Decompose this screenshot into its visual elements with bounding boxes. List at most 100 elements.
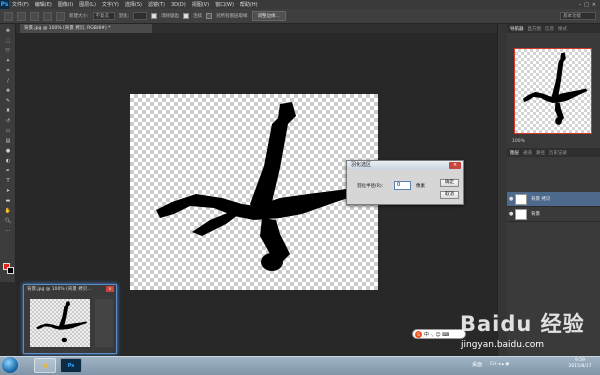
sample-size-label: 新建大小: [69, 14, 89, 19]
refine-edge-button[interactable]: 调整边缘... [251, 11, 286, 21]
lasso-tool-icon[interactable]: ➰ [3, 47, 13, 54]
baidu-watermark-url: jingyan.baidu.com [461, 340, 545, 350]
preview-canvas [30, 299, 90, 347]
zoom-tool-icon[interactable]: 🔍︎ [3, 217, 13, 224]
crop-tool-icon[interactable]: ⌗ [3, 67, 13, 74]
feather-radius-label: 羽化半径(R): [357, 184, 384, 189]
navigator-panel-tabs: 导航器 直方图 信息 样式 [507, 24, 600, 33]
desktop-label[interactable]: 桌面 [472, 361, 482, 368]
tab-history[interactable]: 历史记录 [549, 150, 567, 156]
sample-all-label: 对所有图层取样 [216, 14, 248, 19]
explorer-taskbar-icon[interactable]: ▦ [34, 358, 56, 373]
pen-tool-icon[interactable]: ✒ [3, 167, 13, 174]
marquee-tool-icon[interactable]: ⬚ [3, 37, 13, 44]
menu-bar: Ps 文件(F) 编辑(E) 图像(I) 图层(L) 文字(Y) 选择(S) 滤… [0, 0, 600, 9]
tab-layers[interactable]: 图层 [510, 150, 519, 156]
tab-histogram[interactable]: 直方图 [528, 26, 542, 32]
hand-tool-icon[interactable]: ✋ [3, 207, 13, 214]
sample-all-checkbox[interactable] [206, 13, 213, 19]
subtract-selection-icon[interactable] [43, 11, 52, 21]
healing-brush-tool-icon[interactable]: ✚ [3, 87, 13, 94]
workspace-select[interactable]: 基本功能 [560, 12, 596, 20]
menu-help[interactable]: 帮助(H) [237, 1, 261, 8]
magic-wand-tool-icon[interactable]: ✦ [3, 57, 13, 64]
baidu-watermark-logo: Baidu 经验 [460, 312, 585, 336]
tools-panel: ✥ ⬚ ➰ ✦ ⌗ ∕ ✚ ✎ ♜ ↺ ▭ ▤ ● ◐ ✒ T ➤ ▬ ✋ 🔍︎… [0, 24, 16, 282]
minimize-icon[interactable]: – [579, 2, 582, 8]
taskbar-preview-window[interactable]: 背景.jpg @ 100% (背景 拷贝... × [23, 284, 117, 354]
ok-button[interactable]: 确定 [440, 179, 459, 187]
menu-layer[interactable]: 图层(L) [76, 1, 99, 8]
preview-side-panel [95, 299, 113, 347]
menu-select[interactable]: 选择(S) [122, 1, 145, 8]
sogou-logo-icon: S [415, 330, 422, 338]
cancel-button[interactable]: 取消 [440, 191, 459, 199]
layer-row[interactable]: ● 背景 [507, 207, 600, 222]
document-tab[interactable]: 背景.jpg @ 100% (背景 拷贝, RGB/8#) * [20, 24, 152, 33]
maximize-icon[interactable]: □ [584, 2, 589, 8]
preview-title: 背景.jpg @ 100% (背景 拷贝... [27, 287, 92, 292]
navigator-thumbnail[interactable] [514, 48, 592, 134]
menu-edit[interactable]: 编辑(E) [32, 1, 55, 8]
menu-type[interactable]: 文字(Y) [99, 1, 122, 8]
close-icon[interactable]: × [592, 2, 596, 8]
tab-info[interactable]: 信息 [545, 26, 554, 32]
window-controls: – □ × [579, 2, 600, 8]
tab-paths[interactable]: 路径 [536, 150, 545, 156]
eye-icon[interactable]: ● [509, 196, 513, 202]
ime-status[interactable]: 中 ·, ☺ ⌨ [424, 331, 449, 338]
more-tools-icon[interactable]: ⋯ [3, 227, 13, 234]
preview-close-icon[interactable]: × [106, 286, 114, 292]
background-color-swatch[interactable] [7, 267, 14, 274]
tab-channels[interactable]: 通道 [523, 150, 532, 156]
clone-stamp-tool-icon[interactable]: ♜ [3, 107, 13, 114]
gradient-tool-icon[interactable]: ▤ [3, 137, 13, 144]
new-selection-icon[interactable] [17, 11, 26, 21]
history-brush-tool-icon[interactable]: ↺ [3, 117, 13, 124]
menu-window[interactable]: 窗口(W) [212, 1, 237, 8]
menu-view[interactable]: 视图(V) [189, 1, 212, 8]
add-selection-icon[interactable] [30, 11, 39, 21]
navigator-silhouette [522, 52, 588, 125]
tolerance-field[interactable] [133, 12, 148, 20]
document-canvas[interactable] [130, 94, 378, 290]
taskbar-clock[interactable]: 9:59 2015/8/17 [563, 358, 597, 370]
path-selection-tool-icon[interactable]: ➤ [3, 187, 13, 194]
layer-row[interactable]: ● 背景 拷贝 [507, 192, 600, 207]
tab-styles[interactable]: 样式 [558, 26, 567, 32]
eraser-tool-icon[interactable]: ▭ [3, 127, 13, 134]
layer-thumbnail [515, 194, 527, 205]
dialog-title: 羽化选区 [347, 161, 463, 170]
anti-alias-checkbox[interactable] [151, 13, 158, 19]
menu-image[interactable]: 图像(I) [55, 1, 76, 8]
start-button[interactable] [2, 357, 18, 373]
type-tool-icon[interactable]: T [3, 177, 13, 184]
navigator-zoom[interactable]: 100% [512, 139, 525, 144]
dialog-close-icon[interactable]: × [449, 162, 461, 169]
layer-name[interactable]: 背景 拷贝 [531, 196, 550, 202]
menu-filter[interactable]: 滤镜(T) [145, 1, 168, 8]
anti-alias-label: 消除锯齿 [161, 14, 180, 19]
system-tray[interactable]: CH ◂ ▴ ◉ [490, 362, 509, 367]
tool-preset-icon[interactable] [4, 11, 13, 21]
eye-icon[interactable]: ● [509, 211, 513, 217]
photoshop-taskbar-button[interactable]: Ps [60, 358, 82, 373]
blur-tool-icon[interactable]: ● [3, 147, 13, 154]
brush-tool-icon[interactable]: ✎ [3, 97, 13, 104]
menu-3d[interactable]: 3D(D) [168, 2, 189, 8]
contiguous-checkbox[interactable] [183, 13, 190, 19]
ime-toolbar[interactable]: S 中 ·, ☺ ⌨ [412, 329, 466, 339]
menu-file[interactable]: 文件(F) [9, 1, 32, 8]
feather-radius-unit: 像素 [416, 184, 425, 189]
shape-tool-icon[interactable]: ▬ [3, 197, 13, 204]
clock-date: 2015/8/17 [568, 364, 592, 369]
intersect-selection-icon[interactable] [56, 11, 65, 21]
tab-navigator[interactable]: 导航器 [510, 26, 524, 32]
dodge-tool-icon[interactable]: ◐ [3, 157, 13, 164]
feather-radius-input[interactable]: 0 [394, 181, 411, 190]
eyedropper-tool-icon[interactable]: ∕ [3, 77, 13, 84]
layer-name[interactable]: 背景 [531, 211, 540, 217]
windows-taskbar [0, 356, 600, 375]
move-tool-icon[interactable]: ✥ [3, 27, 13, 34]
sample-size-select[interactable]: 不复选 [92, 12, 115, 20]
